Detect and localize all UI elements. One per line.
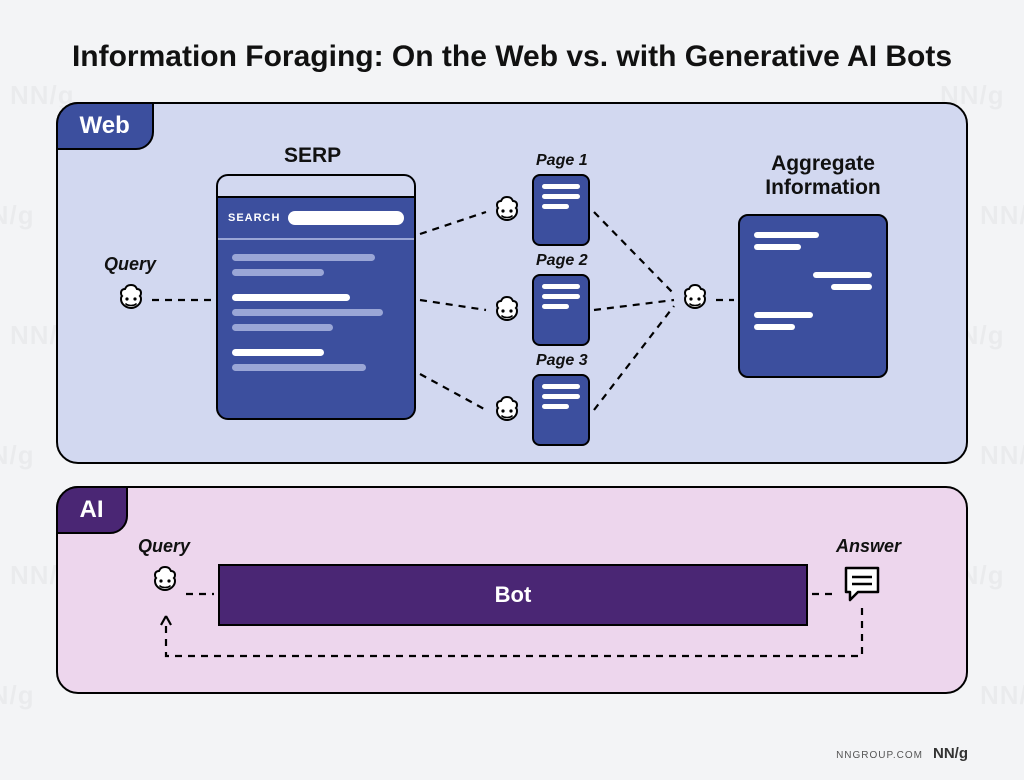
web-panel: Web Query SERP SEARCH Page 1 — [56, 102, 968, 464]
query-label-web: Query — [104, 254, 156, 275]
chat-bubble-icon — [842, 564, 882, 604]
user-face-icon — [678, 282, 712, 316]
user-face-icon — [490, 294, 524, 328]
page3-card — [532, 374, 590, 446]
bot-bar: Bot — [218, 564, 808, 626]
ai-panel: AI Query Bot Answer — [56, 486, 968, 694]
user-face-icon — [490, 394, 524, 428]
page1-card — [532, 174, 590, 246]
attribution: NNGROUP.COM NN/g — [836, 745, 968, 762]
ai-tab: AI — [56, 486, 128, 534]
aggregate-label: Aggregate Information — [758, 152, 888, 200]
user-face-icon — [148, 564, 182, 598]
page1-label: Page 1 — [536, 152, 588, 170]
serp-card: SEARCH — [216, 174, 416, 420]
search-text: SEARCH — [228, 212, 280, 224]
bot-label: Bot — [495, 582, 532, 608]
answer-label: Answer — [836, 536, 901, 557]
aggregate-card — [738, 214, 888, 378]
serp-label: SERP — [284, 144, 341, 168]
user-face-icon — [114, 282, 148, 316]
search-input-glyph — [288, 211, 404, 225]
page2-card — [532, 274, 590, 346]
query-label-ai: Query — [138, 536, 190, 557]
diagram-title: Information Foraging: On the Web vs. wit… — [56, 40, 968, 74]
web-tab: Web — [56, 102, 154, 150]
attribution-logo: NN/g — [933, 745, 968, 762]
attribution-site: NNGROUP.COM — [836, 750, 923, 761]
user-face-icon — [490, 194, 524, 228]
page3-label: Page 3 — [536, 352, 588, 370]
page2-label: Page 2 — [536, 252, 588, 270]
